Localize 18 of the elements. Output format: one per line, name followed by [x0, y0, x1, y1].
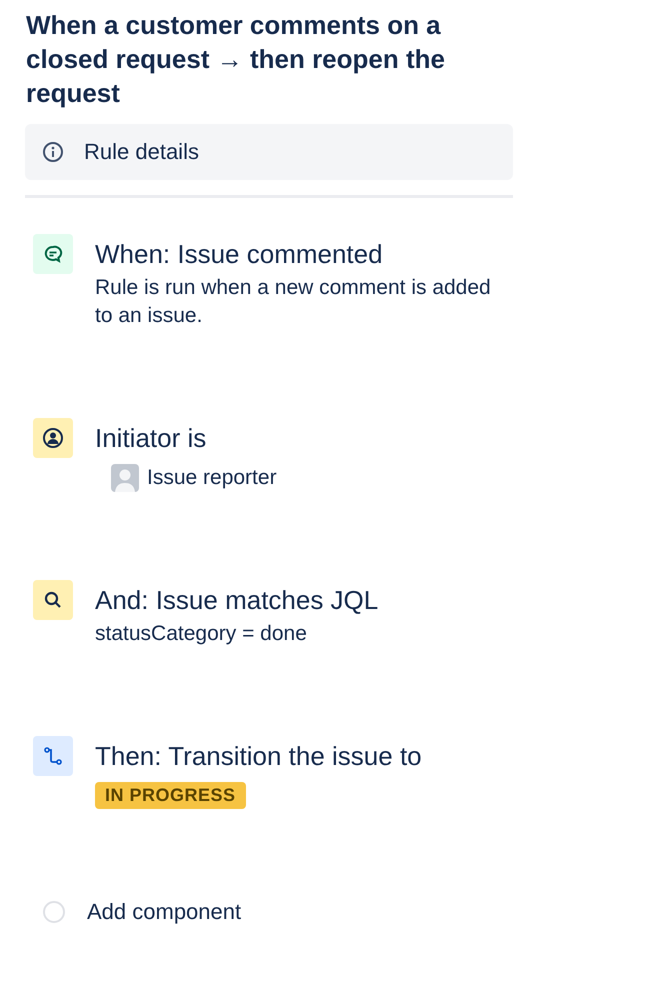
comment-icon [43, 244, 63, 264]
search-icon [43, 590, 63, 610]
step-title[interactable]: When: Issue commented [95, 234, 513, 274]
step-title[interactable]: Initiator is [95, 418, 513, 458]
user-icon [42, 427, 64, 449]
step-title[interactable]: Then: Transition the issue to [95, 736, 513, 776]
rule-details-button[interactable]: Rule details [25, 124, 513, 180]
status-lozenge: IN PROGRESS [95, 782, 246, 809]
step-description: Rule is run when a new comment is added to an issue. [95, 275, 492, 329]
step-description: statusCategory = done [95, 621, 308, 647]
info-icon [42, 141, 64, 163]
add-component-button[interactable]: Add component [43, 899, 513, 925]
avatar-icon [111, 464, 139, 492]
circle-icon [43, 901, 65, 923]
transition-icon [43, 746, 63, 766]
step-title[interactable]: And: Issue matches JQL [95, 580, 513, 620]
user-name: Issue reporter [147, 466, 277, 490]
rule-title: When a customer comments on a closed request → then reopen the request [26, 9, 446, 110]
